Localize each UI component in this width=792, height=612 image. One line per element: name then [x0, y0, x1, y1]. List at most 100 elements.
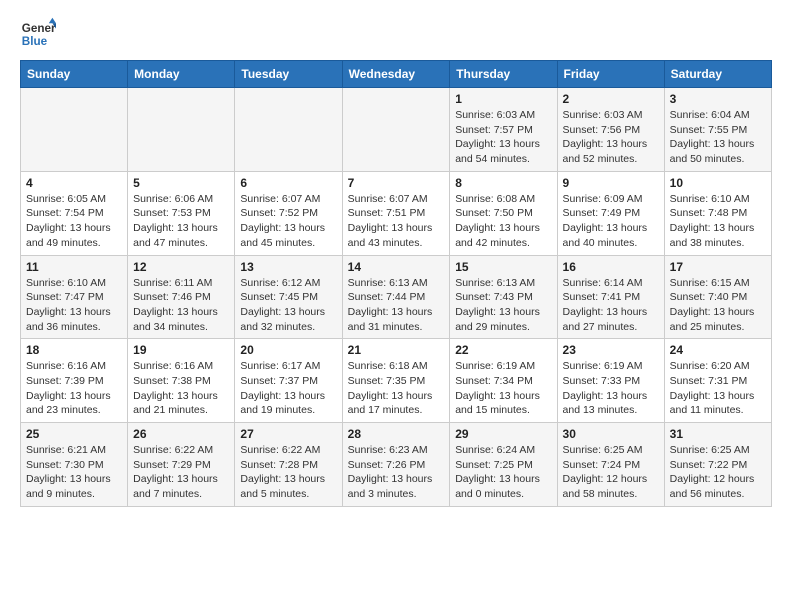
day-number: 25	[26, 427, 122, 441]
calendar-cell: 26 Sunrise: 6:22 AM Sunset: 7:29 PM Dayli…	[128, 423, 235, 507]
calendar-cell: 12 Sunrise: 6:11 AM Sunset: 7:46 PM Dayli…	[128, 255, 235, 339]
column-header-thursday: Thursday	[450, 61, 557, 88]
day-info: Sunrise: 6:19 AM Sunset: 7:34 PM Dayligh…	[455, 359, 551, 418]
calendar-cell: 11 Sunrise: 6:10 AM Sunset: 7:47 PM Dayli…	[21, 255, 128, 339]
day-number: 14	[348, 260, 445, 274]
day-number: 6	[240, 176, 336, 190]
column-header-wednesday: Wednesday	[342, 61, 450, 88]
day-number: 24	[670, 343, 766, 357]
svg-text:Blue: Blue	[22, 35, 48, 48]
day-info: Sunrise: 6:12 AM Sunset: 7:45 PM Dayligh…	[240, 276, 336, 335]
calendar-cell: 3Sunrise: 6:04 AM Sunset: 7:55 PM Daylig…	[664, 88, 771, 172]
day-info: Sunrise: 6:19 AM Sunset: 7:33 PM Dayligh…	[563, 359, 659, 418]
day-number: 12	[133, 260, 229, 274]
day-number: 18	[26, 343, 122, 357]
calendar-cell: 7 Sunrise: 6:07 AM Sunset: 7:51 PM Daylig…	[342, 171, 450, 255]
calendar-cell: 22 Sunrise: 6:19 AM Sunset: 7:34 PM Dayli…	[450, 339, 557, 423]
column-header-friday: Friday	[557, 61, 664, 88]
calendar-cell: 25 Sunrise: 6:21 AM Sunset: 7:30 PM Dayli…	[21, 423, 128, 507]
day-number: 5	[133, 176, 229, 190]
calendar-cell: 27 Sunrise: 6:22 AM Sunset: 7:28 PM Dayli…	[235, 423, 342, 507]
day-info: Sunrise: 6:16 AM Sunset: 7:38 PM Dayligh…	[133, 359, 229, 418]
day-info: Sunrise: 6:06 AM Sunset: 7:53 PM Dayligh…	[133, 192, 229, 251]
calendar-cell: 23 Sunrise: 6:19 AM Sunset: 7:33 PM Dayli…	[557, 339, 664, 423]
column-header-saturday: Saturday	[664, 61, 771, 88]
day-number: 30	[563, 427, 659, 441]
day-info: Sunrise: 6:07 AM Sunset: 7:52 PM Dayligh…	[240, 192, 336, 251]
day-info: Sunrise: 6:22 AM Sunset: 7:28 PM Dayligh…	[240, 443, 336, 502]
calendar-week-row: 4Sunrise: 6:05 AM Sunset: 7:54 PM Daylig…	[21, 171, 772, 255]
calendar-week-row: 1 Sunrise: 6:03 AM Sunset: 7:57 PM Daylig…	[21, 88, 772, 172]
day-number: 1	[455, 92, 551, 106]
day-info: Sunrise: 6:03 AM Sunset: 7:56 PM Dayligh…	[563, 108, 659, 167]
calendar-table: SundayMondayTuesdayWednesdayThursdayFrid…	[20, 60, 772, 507]
calendar-cell: 15 Sunrise: 6:13 AM Sunset: 7:43 PM Dayli…	[450, 255, 557, 339]
calendar-cell: 2 Sunrise: 6:03 AM Sunset: 7:56 PM Daylig…	[557, 88, 664, 172]
day-number: 26	[133, 427, 229, 441]
calendar-week-row: 11 Sunrise: 6:10 AM Sunset: 7:47 PM Dayli…	[21, 255, 772, 339]
page-header: General Blue	[20, 16, 772, 52]
day-info: Sunrise: 6:03 AM Sunset: 7:57 PM Dayligh…	[455, 108, 551, 167]
calendar-cell: 20Sunrise: 6:17 AM Sunset: 7:37 PM Dayli…	[235, 339, 342, 423]
day-number: 22	[455, 343, 551, 357]
day-info: Sunrise: 6:15 AM Sunset: 7:40 PM Dayligh…	[670, 276, 766, 335]
calendar-cell: 1 Sunrise: 6:03 AM Sunset: 7:57 PM Daylig…	[450, 88, 557, 172]
calendar-cell: 5 Sunrise: 6:06 AM Sunset: 7:53 PM Daylig…	[128, 171, 235, 255]
day-info: Sunrise: 6:20 AM Sunset: 7:31 PM Dayligh…	[670, 359, 766, 418]
day-info: Sunrise: 6:08 AM Sunset: 7:50 PM Dayligh…	[455, 192, 551, 251]
day-number: 31	[670, 427, 766, 441]
day-info: Sunrise: 6:17 AM Sunset: 7:37 PM Dayligh…	[240, 359, 336, 418]
day-info: Sunrise: 6:21 AM Sunset: 7:30 PM Dayligh…	[26, 443, 122, 502]
calendar-week-row: 25 Sunrise: 6:21 AM Sunset: 7:30 PM Dayli…	[21, 423, 772, 507]
day-number: 23	[563, 343, 659, 357]
calendar-week-row: 18Sunrise: 6:16 AM Sunset: 7:39 PM Dayli…	[21, 339, 772, 423]
day-info: Sunrise: 6:07 AM Sunset: 7:51 PM Dayligh…	[348, 192, 445, 251]
day-info: Sunrise: 6:13 AM Sunset: 7:43 PM Dayligh…	[455, 276, 551, 335]
day-number: 11	[26, 260, 122, 274]
calendar-cell: 9Sunrise: 6:09 AM Sunset: 7:49 PM Daylig…	[557, 171, 664, 255]
day-info: Sunrise: 6:10 AM Sunset: 7:47 PM Dayligh…	[26, 276, 122, 335]
calendar-cell	[342, 88, 450, 172]
calendar-cell: 19 Sunrise: 6:16 AM Sunset: 7:38 PM Dayli…	[128, 339, 235, 423]
calendar-header-row: SundayMondayTuesdayWednesdayThursdayFrid…	[21, 61, 772, 88]
column-header-monday: Monday	[128, 61, 235, 88]
day-number: 8	[455, 176, 551, 190]
day-info: Sunrise: 6:11 AM Sunset: 7:46 PM Dayligh…	[133, 276, 229, 335]
day-info: Sunrise: 6:25 AM Sunset: 7:24 PM Dayligh…	[563, 443, 659, 502]
day-info: Sunrise: 6:13 AM Sunset: 7:44 PM Dayligh…	[348, 276, 445, 335]
day-number: 13	[240, 260, 336, 274]
day-info: Sunrise: 6:22 AM Sunset: 7:29 PM Dayligh…	[133, 443, 229, 502]
day-number: 27	[240, 427, 336, 441]
column-header-tuesday: Tuesday	[235, 61, 342, 88]
calendar-cell: 28 Sunrise: 6:23 AM Sunset: 7:26 PM Dayli…	[342, 423, 450, 507]
day-info: Sunrise: 6:14 AM Sunset: 7:41 PM Dayligh…	[563, 276, 659, 335]
day-number: 19	[133, 343, 229, 357]
column-header-sunday: Sunday	[21, 61, 128, 88]
day-number: 17	[670, 260, 766, 274]
day-info: Sunrise: 6:10 AM Sunset: 7:48 PM Dayligh…	[670, 192, 766, 251]
day-number: 15	[455, 260, 551, 274]
calendar-cell: 31Sunrise: 6:25 AM Sunset: 7:22 PM Dayli…	[664, 423, 771, 507]
calendar-cell: 16Sunrise: 6:14 AM Sunset: 7:41 PM Dayli…	[557, 255, 664, 339]
calendar-cell	[235, 88, 342, 172]
calendar-cell: 13 Sunrise: 6:12 AM Sunset: 7:45 PM Dayli…	[235, 255, 342, 339]
calendar-cell: 24 Sunrise: 6:20 AM Sunset: 7:31 PM Dayli…	[664, 339, 771, 423]
calendar-cell: 4Sunrise: 6:05 AM Sunset: 7:54 PM Daylig…	[21, 171, 128, 255]
day-number: 28	[348, 427, 445, 441]
calendar-cell: 17 Sunrise: 6:15 AM Sunset: 7:40 PM Dayli…	[664, 255, 771, 339]
day-info: Sunrise: 6:05 AM Sunset: 7:54 PM Dayligh…	[26, 192, 122, 251]
day-number: 3	[670, 92, 766, 106]
calendar-cell: 29Sunrise: 6:24 AM Sunset: 7:25 PM Dayli…	[450, 423, 557, 507]
day-number: 29	[455, 427, 551, 441]
day-number: 2	[563, 92, 659, 106]
day-info: Sunrise: 6:23 AM Sunset: 7:26 PM Dayligh…	[348, 443, 445, 502]
calendar-cell: 30 Sunrise: 6:25 AM Sunset: 7:24 PM Dayli…	[557, 423, 664, 507]
calendar-cell: 21Sunrise: 6:18 AM Sunset: 7:35 PM Dayli…	[342, 339, 450, 423]
day-number: 7	[348, 176, 445, 190]
calendar-cell: 18Sunrise: 6:16 AM Sunset: 7:39 PM Dayli…	[21, 339, 128, 423]
calendar-cell: 6 Sunrise: 6:07 AM Sunset: 7:52 PM Daylig…	[235, 171, 342, 255]
calendar-cell	[128, 88, 235, 172]
calendar-cell: 8 Sunrise: 6:08 AM Sunset: 7:50 PM Daylig…	[450, 171, 557, 255]
day-number: 21	[348, 343, 445, 357]
svg-text:General: General	[22, 22, 56, 35]
